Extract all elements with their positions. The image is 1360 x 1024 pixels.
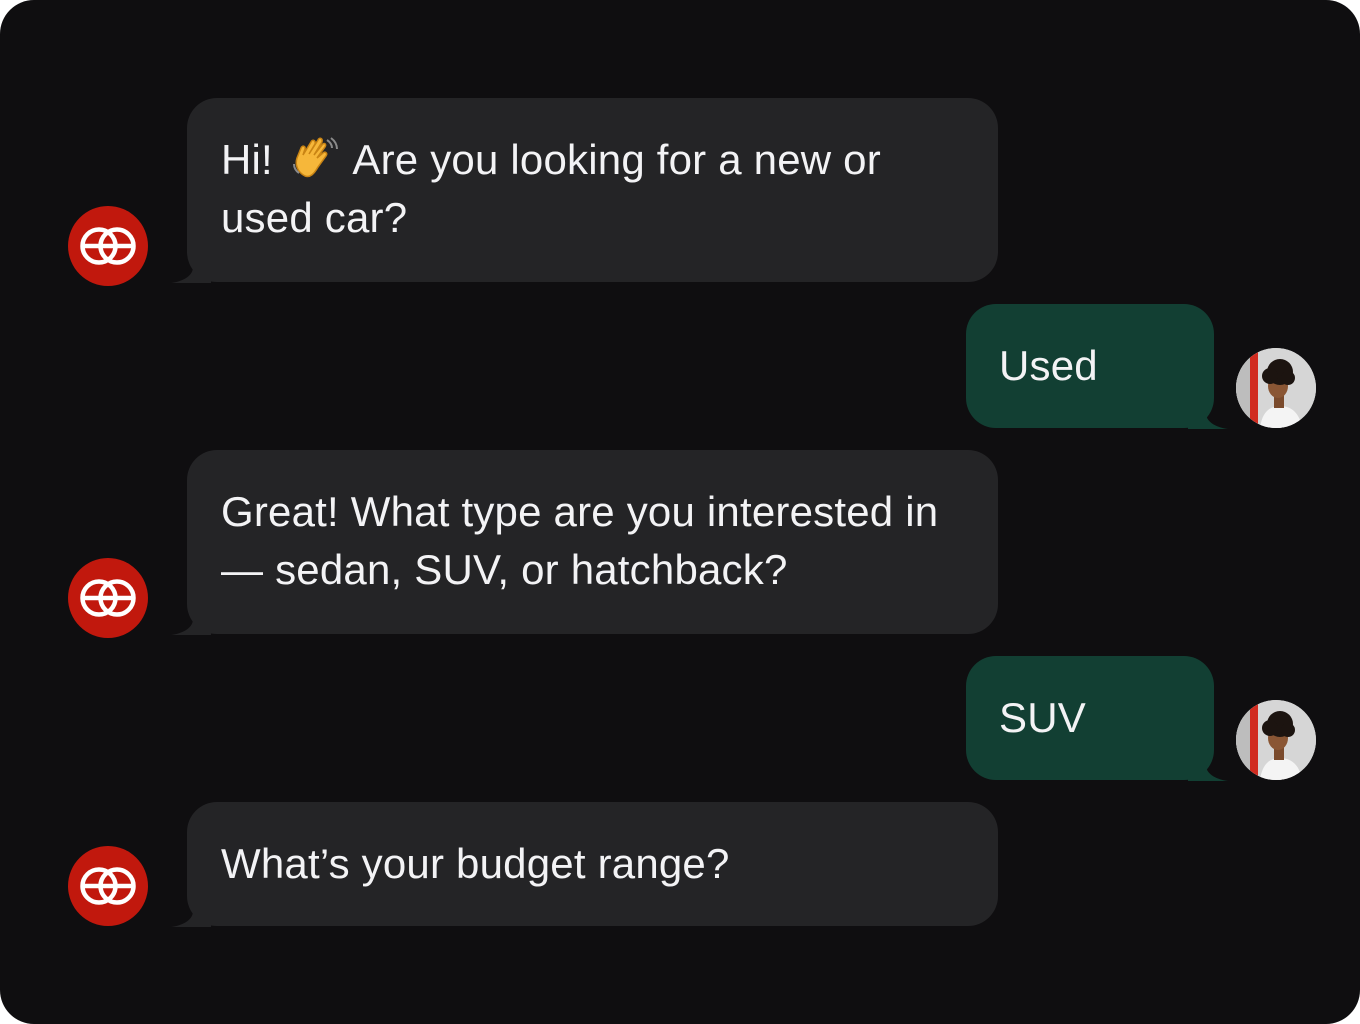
message-text: What’s your budget range?	[221, 840, 730, 887]
bot-message: Hi! Are you looking for a new or used ca…	[171, 98, 998, 283]
user-photo-avatar	[1236, 700, 1316, 780]
bot-message: Great! What type are you interested in —…	[171, 450, 998, 635]
bot-avatar	[68, 206, 148, 286]
bubble-tail	[171, 897, 211, 927]
bubble-tail	[171, 253, 211, 283]
user-message: SUV	[966, 656, 1228, 781]
user-photo-avatar	[1236, 348, 1316, 428]
bubble-tail	[1188, 751, 1228, 781]
interlocking-rings-logo-icon	[80, 867, 136, 905]
bubble-tail	[171, 605, 211, 635]
user-avatar	[1236, 348, 1316, 428]
message-text: Hi! Are you looking for a new or used ca…	[221, 136, 881, 241]
chat-window: Hi! Are you looking for a new or used ca…	[0, 0, 1360, 1024]
user-message: Used	[966, 304, 1228, 429]
bot-avatar	[68, 558, 148, 638]
bot-message: What’s your budget range?	[171, 802, 998, 927]
waving-hand-icon	[292, 137, 338, 178]
message-text: SUV	[999, 694, 1086, 741]
message-text: Great! What type are you interested in —…	[221, 488, 939, 593]
bot-avatar	[68, 846, 148, 926]
interlocking-rings-logo-icon	[80, 579, 136, 617]
user-avatar	[1236, 700, 1316, 780]
bubble-tail	[1188, 399, 1228, 429]
interlocking-rings-logo-icon	[80, 227, 136, 265]
message-text: Used	[999, 342, 1098, 389]
